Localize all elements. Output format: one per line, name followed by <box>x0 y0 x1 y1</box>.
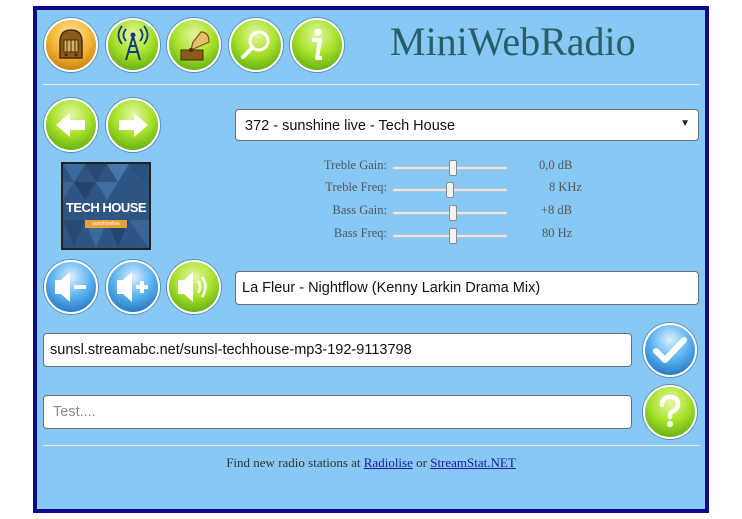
radio-button[interactable] <box>44 18 98 72</box>
help-button[interactable] <box>643 385 697 439</box>
gramophone-icon <box>180 31 210 61</box>
antenna-icon <box>117 25 149 61</box>
footer-text: Find new radio stations at <box>226 455 361 470</box>
checkmark-icon <box>653 337 687 363</box>
arrow-left-icon <box>56 113 85 137</box>
app-title: MiniWebRadio <box>390 19 636 64</box>
confirm-button[interactable] <box>643 323 697 377</box>
volume-up-icon <box>117 272 148 302</box>
info-icon <box>312 28 322 60</box>
treble-gain-value: 0,0 dB <box>539 158 573 172</box>
arrow-right-icon <box>119 113 148 137</box>
gramophone-button[interactable] <box>167 18 221 72</box>
search-button[interactable] <box>229 18 283 72</box>
footer: Find new radio stations at Radiolise or … <box>0 455 742 471</box>
bass-freq-value: 80 Hz <box>542 226 573 240</box>
test-input[interactable]: Test.... <box>43 395 632 429</box>
volume-down-icon <box>55 272 86 302</box>
radio-icon <box>59 29 83 59</box>
station-cover-image: TECH HOUSE sunshinelive <box>61 162 151 250</box>
treble-freq-label: Treble Freq: <box>325 180 387 194</box>
treble-freq-value: 8 KHz <box>549 180 582 194</box>
previous-station-button[interactable] <box>44 98 98 152</box>
cover-title: TECH HOUSE <box>65 200 147 215</box>
treble-gain-label: Treble Gain: <box>323 158 387 172</box>
divider-bottom <box>43 445 700 447</box>
speaker-icon <box>178 272 207 302</box>
bass-gain-label: Bass Gain: <box>332 203 387 217</box>
station-select[interactable]: 372 - sunshine live - Tech House ▼ <box>235 109 699 141</box>
question-mark-icon <box>659 394 681 427</box>
volume-down-button[interactable] <box>44 260 98 314</box>
volume-up-button[interactable] <box>106 260 160 314</box>
bass-freq-thumb[interactable] <box>449 228 458 244</box>
bass-freq-label: Bass Freq: <box>333 226 387 240</box>
mute-button[interactable] <box>167 260 221 314</box>
bass-gain-thumb[interactable] <box>449 205 458 221</box>
antenna-button[interactable] <box>106 18 160 72</box>
divider-top <box>43 84 700 86</box>
now-playing-field: La Fleur - Nightflow (Kenny Larkin Drama… <box>235 271 699 305</box>
station-select-value: 372 - sunshine live - Tech House <box>245 118 456 134</box>
treble-freq-thumb[interactable] <box>446 182 454 198</box>
cover-badge: sunshinelive <box>85 220 127 228</box>
search-icon <box>241 30 270 59</box>
footer-text-or: or <box>416 455 427 470</box>
radiolise-link[interactable]: Radiolise <box>364 455 413 470</box>
treble-gain-thumb[interactable] <box>449 160 458 176</box>
stream-url-input[interactable]: sunsl.streamabc.net/sunsl-techhouse-mp3-… <box>43 333 632 367</box>
streamstat-link[interactable]: StreamStat.NET <box>430 455 516 470</box>
bass-gain-value: +8 dB <box>541 203 573 217</box>
info-button[interactable] <box>290 18 344 72</box>
next-station-button[interactable] <box>106 98 160 152</box>
chevron-down-icon: ▼ <box>680 118 690 129</box>
